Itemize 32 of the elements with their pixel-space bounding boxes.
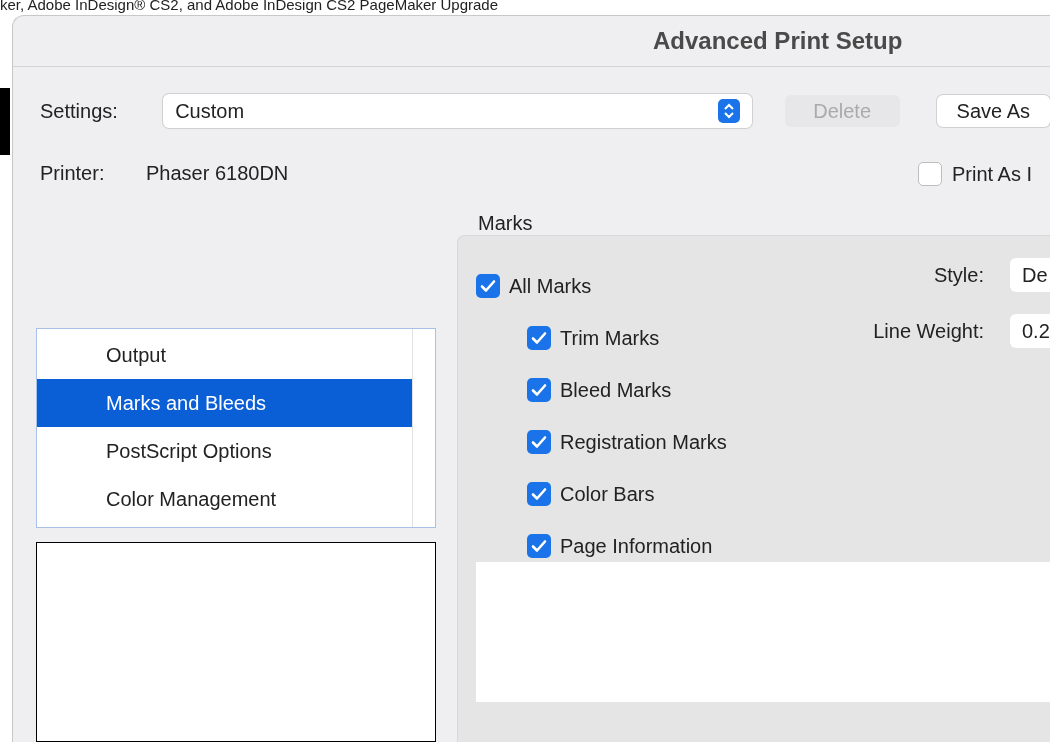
category-item[interactable]: PostScript Options (37, 427, 412, 475)
settings-label: Settings: (40, 99, 119, 124)
window-title: Advanced Print Setup (653, 26, 903, 56)
line-weight-field[interactable]: 0.2 (1010, 314, 1050, 348)
section-title: Marks (478, 211, 533, 236)
category-item[interactable]: Marks and Bleeds (37, 379, 412, 427)
checkbox[interactable] (918, 162, 942, 186)
checkbox[interactable] (527, 482, 551, 506)
updown-icon (717, 99, 740, 123)
checkbox-label: Color Bars (560, 482, 655, 507)
checkbox-label: Trim Marks (560, 326, 660, 351)
checkbox-label: Registration Marks (560, 430, 727, 455)
checkbox[interactable] (527, 534, 551, 558)
checkbox[interactable] (527, 430, 551, 454)
background-text: ker, Adobe InDesign® CS2, and Adobe InDesign CS2 PageMaker Upgrade (0, 0, 499, 13)
checkbox[interactable] (527, 326, 551, 350)
checkbox[interactable] (527, 378, 551, 402)
checkbox[interactable] (476, 274, 500, 298)
settings-dropdown[interactable]: Custom (163, 94, 752, 128)
checkbox-label: All Marks (509, 274, 592, 299)
printer-name: Phaser 6180DN (146, 161, 289, 186)
checkbox-label: Page Information (560, 534, 713, 559)
dialog-button[interactable]: Save As (936, 95, 1050, 127)
checkbox-label: Print As I (952, 162, 1033, 187)
category-item[interactable]: Color Management (37, 475, 412, 523)
checkbox-label: Bleed Marks (560, 378, 672, 403)
category-item[interactable]: Output (37, 331, 412, 379)
style-label: Style: (933, 263, 984, 288)
dark-bar (0, 88, 10, 155)
printer-label: Printer: (40, 161, 106, 186)
line-weight-label: Line Weight: (873, 319, 984, 344)
style-dropdown[interactable]: De (1010, 258, 1050, 292)
